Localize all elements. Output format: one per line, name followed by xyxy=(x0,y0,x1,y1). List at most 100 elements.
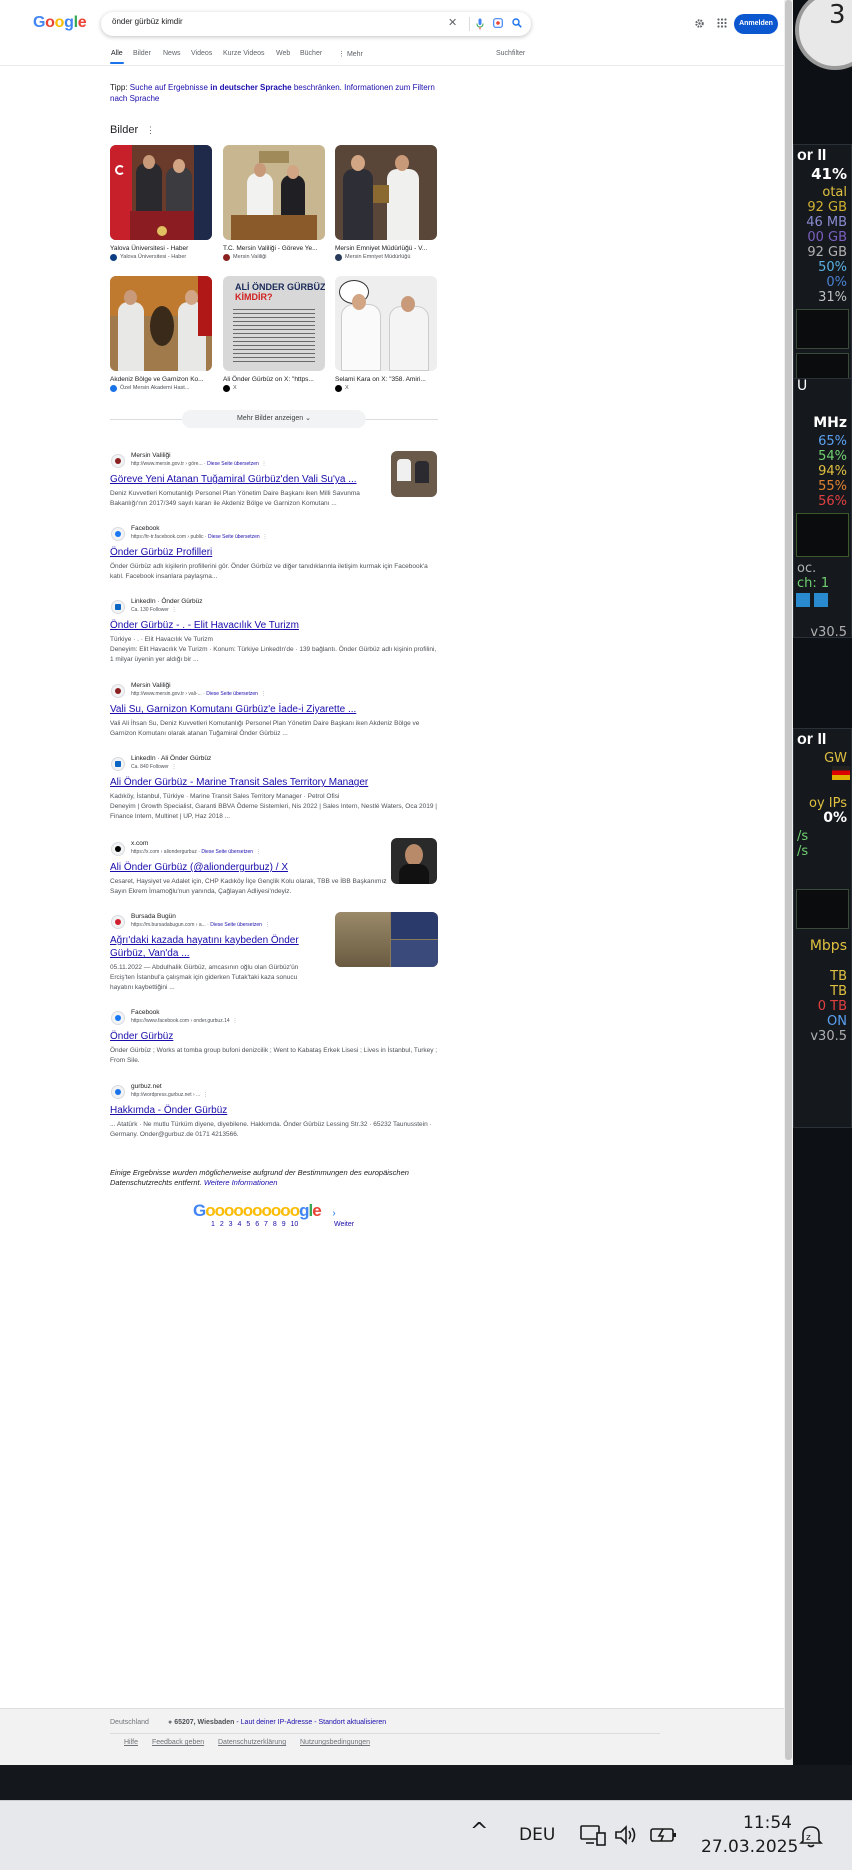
result-title-link[interactable]: Hakkımda - Önder Gürbüz xyxy=(110,1104,227,1117)
update-location-link[interactable]: - Laut deiner IP-Adresse - Standort aktu… xyxy=(236,1719,386,1726)
search-result: LinkedIn · Önder Gürbüz Ca. 130 Follower… xyxy=(110,598,437,663)
next-page-link[interactable]: Weiter xyxy=(334,1221,354,1228)
footer-location: 65207, Wiesbaden xyxy=(174,1719,235,1726)
privacy-notice: Einige Ergebnisse wurden möglicherweise … xyxy=(110,1168,409,1187)
result-title-link[interactable]: Önder Gürbüz xyxy=(110,1030,173,1043)
image-result[interactable]: Akdeniz Bölge ve Garnizon Ko... Özel Mer… xyxy=(110,276,212,393)
cpu-graph xyxy=(796,309,849,349)
image-thumbnail[interactable] xyxy=(110,276,212,371)
image-result[interactable]: ALİ ÖNDER GÜRBÜZ KİMDİR? Ali Önder Gürbü… xyxy=(223,276,325,393)
desktop-widget-strip: 3 or II 41% otal 92 GB 46 MB 00 GB 92 GB… xyxy=(793,0,852,1800)
result-title-link[interactable]: Önder Gürbüz - . - Elit Havacılık Ve Tur… xyxy=(110,619,299,632)
network-icon[interactable] xyxy=(580,1823,606,1847)
image-headline: KİMDİR? xyxy=(235,292,273,302)
x-logo-icon xyxy=(111,842,125,856)
chevron-right-icon[interactable]: › xyxy=(332,1208,336,1219)
privacy-info-link[interactable]: Weitere Informationen xyxy=(204,1178,278,1187)
linkedin-icon xyxy=(111,757,125,771)
image-thumbnail[interactable] xyxy=(110,145,212,240)
signin-button[interactable]: Anmelden xyxy=(734,14,778,34)
image-result[interactable]: Yalova Üniversitesi - Haber Yalova Ünive… xyxy=(110,145,212,262)
input-language-indicator[interactable]: DEU xyxy=(519,1825,555,1845)
result-thumbnail[interactable] xyxy=(335,912,438,967)
image-thumbnail[interactable] xyxy=(335,145,437,240)
image-thumbnail[interactable]: ALİ ÖNDER GÜRBÜZ KİMDİR? xyxy=(223,276,325,371)
tab-news[interactable]: News xyxy=(163,50,181,57)
volume-icon[interactable] xyxy=(614,1823,638,1847)
camera-lens-icon[interactable] xyxy=(493,18,503,28)
search-result: LinkedIn · Ali Önder Gürbüz Ca. 840 Foll… xyxy=(110,755,437,820)
taskbar-time[interactable]: 11:54 xyxy=(743,1813,792,1833)
images-section-title: Bilder xyxy=(110,124,139,136)
tab-all[interactable]: Alle xyxy=(111,50,123,57)
site-favicon-icon xyxy=(335,254,342,261)
site-favicon-icon xyxy=(111,1085,125,1099)
tab-short-videos[interactable]: Kurze Videos xyxy=(223,50,265,57)
translate-link[interactable]: Diese Seite übersetzen xyxy=(208,534,260,540)
more-images-button[interactable]: Mehr Bilder anzeigen ⌄ xyxy=(182,410,366,428)
result-thumbnail[interactable] xyxy=(391,451,437,497)
result-title-link[interactable]: Ali Önder Gürbüz (@aliondergurbuz) / X xyxy=(110,861,288,874)
translate-link[interactable]: Diese Seite übersetzen xyxy=(206,691,258,697)
svg-text:z: z xyxy=(806,1833,811,1843)
battery-charging-icon[interactable] xyxy=(650,1826,678,1844)
tab-images[interactable]: Bilder xyxy=(133,50,151,57)
search-result: Facebook https://www.facebook.com › onde… xyxy=(110,1009,438,1064)
notification-bell-icon[interactable]: z xyxy=(798,1823,824,1849)
footer-country: Deutschland xyxy=(110,1719,149,1726)
translate-link[interactable]: Diese Seite übersetzen xyxy=(210,922,262,928)
result-title-link[interactable]: Vali Su, Garnizon Komutanı Gürbüz'e İade… xyxy=(110,703,356,716)
footer-terms-link[interactable]: Nutzungsbedingungen xyxy=(300,1739,370,1746)
search-input[interactable]: önder gürbüz kimdir xyxy=(112,17,183,26)
image-headline: ALİ ÖNDER GÜRBÜZ xyxy=(235,282,325,292)
network-monitor-widget: or II GW oy IPs 0% /s /s Mbps TB TB 0 TB… xyxy=(793,728,852,1128)
image-result[interactable]: Selami Kara on X: "358. Amiri... X xyxy=(335,276,437,393)
tab-videos[interactable]: Videos xyxy=(191,50,212,57)
image-result[interactable]: Mersin Emniyet Müdürlüğü - V... Mersin E… xyxy=(335,145,437,262)
clear-icon[interactable]: ✕ xyxy=(448,17,457,29)
search-box[interactable]: önder gürbüz kimdir ✕ xyxy=(101,12,531,36)
site-favicon-icon xyxy=(111,454,125,468)
taskbar-date[interactable]: 27.03.2025 xyxy=(701,1837,798,1857)
network-graph xyxy=(796,889,849,929)
app-icon xyxy=(814,593,828,607)
pagination-pages[interactable]: 1 2 3 4 5 6 7 8 9 10 xyxy=(211,1221,298,1228)
apps-grid-icon[interactable] xyxy=(717,18,727,28)
linkedin-icon xyxy=(111,600,125,614)
desktop-background xyxy=(0,1765,852,1800)
scrollbar-thumb[interactable] xyxy=(785,0,792,1760)
site-favicon-icon xyxy=(110,254,117,261)
gear-icon[interactable] xyxy=(694,18,705,29)
page-footer: Deutschland ● 65207, Wiesbaden - Laut de… xyxy=(0,1708,784,1765)
image-thumbnail[interactable] xyxy=(223,145,325,240)
tab-books[interactable]: Bücher xyxy=(300,50,322,57)
restrict-language-link[interactable]: Suche auf Ergebnisse in deutscher Sprach… xyxy=(130,83,342,92)
divider xyxy=(469,17,470,31)
search-result: gurbuz.net http://wordpress.gurbuz.net ›… xyxy=(110,1083,432,1138)
search-icon[interactable] xyxy=(512,18,522,28)
image-thumbnail[interactable] xyxy=(335,276,437,371)
microphone-icon[interactable] xyxy=(476,18,484,30)
translate-link[interactable]: Diese Seite übersetzen xyxy=(207,461,259,467)
result-title-link[interactable]: Göreve Yeni Atanan Tuğamiral Gürbüz'den … xyxy=(110,473,357,486)
tab-web[interactable]: Web xyxy=(276,50,290,57)
footer-help-link[interactable]: Hilfe xyxy=(124,1739,138,1746)
search-tools-button[interactable]: Suchfilter xyxy=(496,50,525,57)
footer-privacy-link[interactable]: Datenschutzerklärung xyxy=(218,1739,286,1746)
cpu-monitor-widget: or II 41% otal 92 GB 46 MB 00 GB 92 GB 5… xyxy=(793,144,852,399)
more-options-icon[interactable]: ⋮ xyxy=(146,125,155,136)
chevron-up-icon[interactable]: ^ xyxy=(470,1819,488,1844)
tab-more[interactable]: ⋮ Mehr xyxy=(338,50,363,58)
result-title-link[interactable]: Ağrı'daki kazada hayatını kaybeden Önder… xyxy=(110,934,299,960)
result-thumbnail[interactable] xyxy=(391,838,437,884)
result-title-link[interactable]: Ali Önder Gürbüz - Marine Transit Sales … xyxy=(110,776,368,789)
chevron-down-icon: ⌄ xyxy=(305,415,311,422)
result-title-link[interactable]: Önder Gürbüz Profilleri xyxy=(110,546,212,559)
google-logo[interactable]: Google xyxy=(33,14,87,32)
active-tab-indicator xyxy=(110,62,124,64)
site-favicon-icon xyxy=(111,915,125,929)
footer-feedback-link[interactable]: Feedback geben xyxy=(152,1739,204,1746)
translate-link[interactable]: Diese Seite übersetzen xyxy=(201,849,253,855)
image-result[interactable]: T.C. Mersin Valiliği - Göreve Ye... Mers… xyxy=(223,145,325,262)
language-tip: Tipp: Suche auf Ergebnisse in deutscher … xyxy=(110,83,435,103)
